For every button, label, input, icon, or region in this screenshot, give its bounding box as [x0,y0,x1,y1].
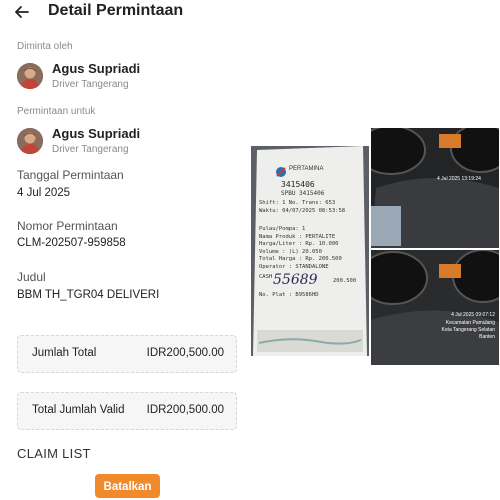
avatar [17,128,43,154]
receipt-cash-label: CASH [259,274,273,280]
requested-for-person: Agus Supriadi Driver Tangerang [17,126,237,160]
recipient-name: Agus Supriadi [52,126,141,141]
odometer-photo-2[interactable]: 4 Jul 2025 09:07:12 Kecamatan Pamulang K… [371,250,499,365]
top-bar: Detail Permintaan [0,0,249,26]
receipt-station: 3415406 [281,180,315,189]
request-title-label: Judul [17,270,46,284]
receipt-shift: Shift: 1 No. Trans: 653 [259,200,336,206]
valid-amount-label: Total Jumlah Valid [32,404,125,416]
requested-by-label: Diminta oleh [17,41,73,52]
attachment-photos: PERTAMINA 3415406 SPBU 3415406 Shift: 1 … [251,0,500,500]
requester-role: Driver Tangerang [52,79,129,90]
receipt-line: Operator : STANDALONE [259,263,329,270]
receipt-line: Harga/Liter : Rp. 10.000 [259,241,339,247]
receipt-brand: PERTAMINA [289,166,324,172]
request-detail-screen: Detail Permintaan Diminta oleh Agus Supr… [0,0,249,500]
request-title-value: BBM TH_TGR04 DELIVERI [17,289,160,301]
receipt-photo[interactable]: PERTAMINA 3415406 SPBU 3415406 Shift: 1 … [251,146,369,356]
avatar [17,63,43,89]
total-amount-value: IDR200,500.00 [146,347,224,359]
request-date-label: Tanggal Permintaan [17,168,124,182]
recipient-role: Driver Tangerang [52,144,129,155]
photo-city: Kota Tangerang Selatan [441,327,495,333]
total-amount-label: Jumlah Total [32,347,97,359]
total-amount-box: Jumlah Total IDR200,500.00 [17,335,237,373]
receipt-line: Nama Produk : PERTALITE [259,233,336,240]
page-title: Detail Permintaan [48,2,184,19]
odometer-photo-1[interactable] [371,128,499,248]
photo-timestamp: 4 Jul 2025 09:07:12 [451,312,495,318]
receipt-spbu: SPBU 3415406 [281,190,325,197]
photo-location: Kecamatan Pamulang [445,320,495,326]
requester-name: Agus Supriadi [52,61,141,76]
receipt-handwritten-number: 55689 [273,272,318,288]
request-number-label: Nomor Permintaan [17,219,118,233]
cancel-button[interactable]: Batalkan [95,474,160,498]
receipt-plate: No. Plat : B9586HD [259,292,319,298]
receipt-time: Waktu: 04/07/2025 08:53:58 [259,208,346,214]
receipt-lines: Pulau/Pompa: 1 Nama Produk : PERTALITE H… [259,226,342,271]
request-number-value: CLM-202507-959858 [17,237,126,249]
photo-timestamp: 4 Jul 2025 13:19:24 [437,176,481,182]
back-arrow-icon[interactable] [13,3,31,21]
receipt-line: Pulau/Pompa: 1 [259,226,306,232]
receipt-line: Volume : (L) 20.050 [259,248,322,255]
photo-province: Banten [479,334,495,340]
receipt-cash-value: 200.500 [333,278,357,284]
receipt-line: Total Harga : Rp. 200.500 [259,256,342,262]
request-date-value: 4 Jul 2025 [17,187,71,199]
requested-by-person: Agus Supriadi Driver Tangerang [17,61,237,95]
valid-amount-value: IDR200,500.00 [146,404,224,416]
requested-for-label: Permintaan untuk [17,106,96,117]
claim-list-heading: CLAIM LIST [17,446,91,461]
valid-amount-box: Total Jumlah Valid IDR200,500.00 [17,392,237,430]
